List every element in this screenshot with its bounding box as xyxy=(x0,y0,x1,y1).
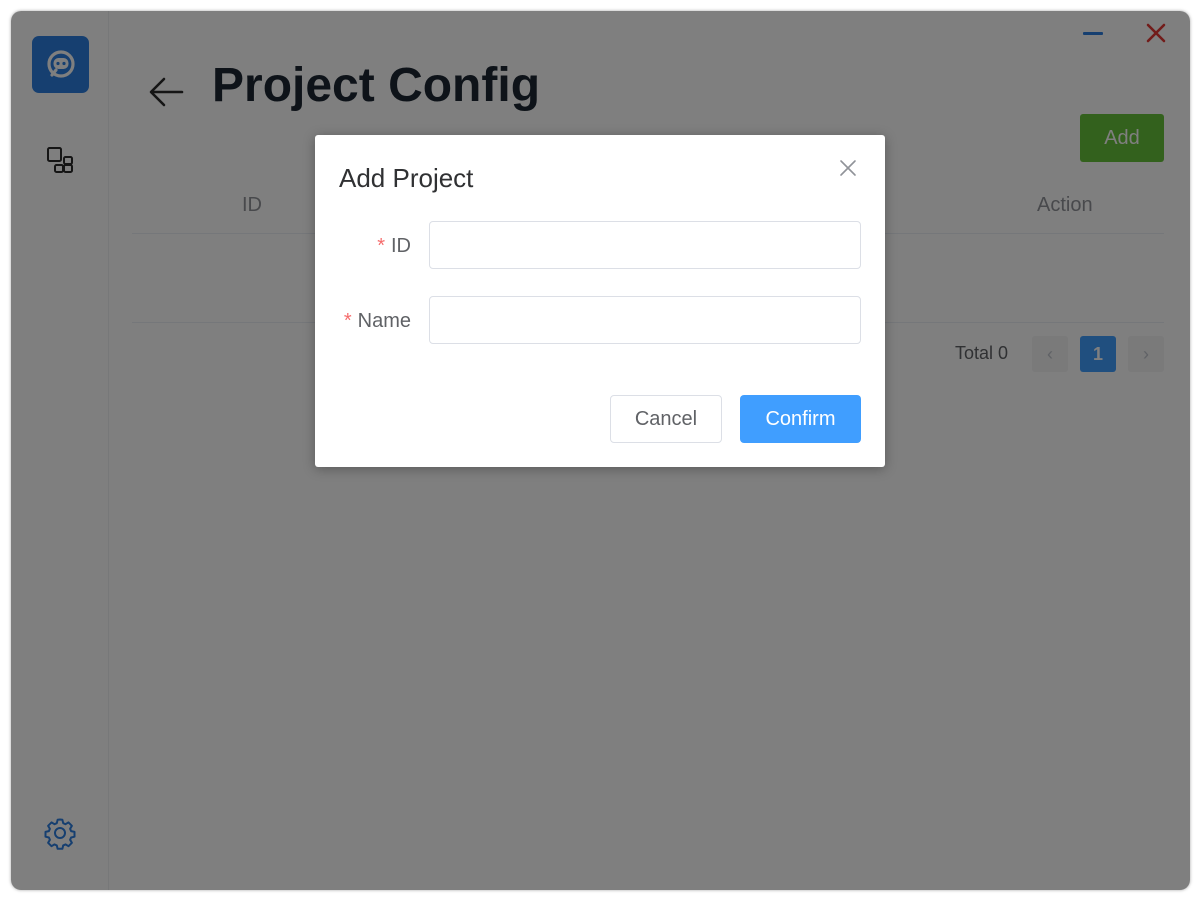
name-field-label: * Name xyxy=(344,307,411,335)
id-input[interactable] xyxy=(429,221,861,269)
cancel-button[interactable]: Cancel xyxy=(610,395,722,443)
required-asterisk: * xyxy=(343,310,352,332)
id-field-label: * ID xyxy=(377,232,411,260)
name-input[interactable] xyxy=(429,296,861,344)
dialog-title: Add Project xyxy=(339,163,474,193)
dialog-close-button[interactable] xyxy=(839,159,857,177)
app-window: Project Config Add ID Action Total 0 ‹ 1… xyxy=(11,11,1190,890)
required-asterisk: * xyxy=(377,235,385,257)
add-project-dialog: Add Project * ID * Name Cancel Confirm xyxy=(315,135,885,467)
name-label-text: Name xyxy=(357,310,411,332)
close-icon xyxy=(840,160,856,176)
confirm-button[interactable]: Confirm xyxy=(740,395,861,443)
id-label-text: ID xyxy=(391,235,411,257)
